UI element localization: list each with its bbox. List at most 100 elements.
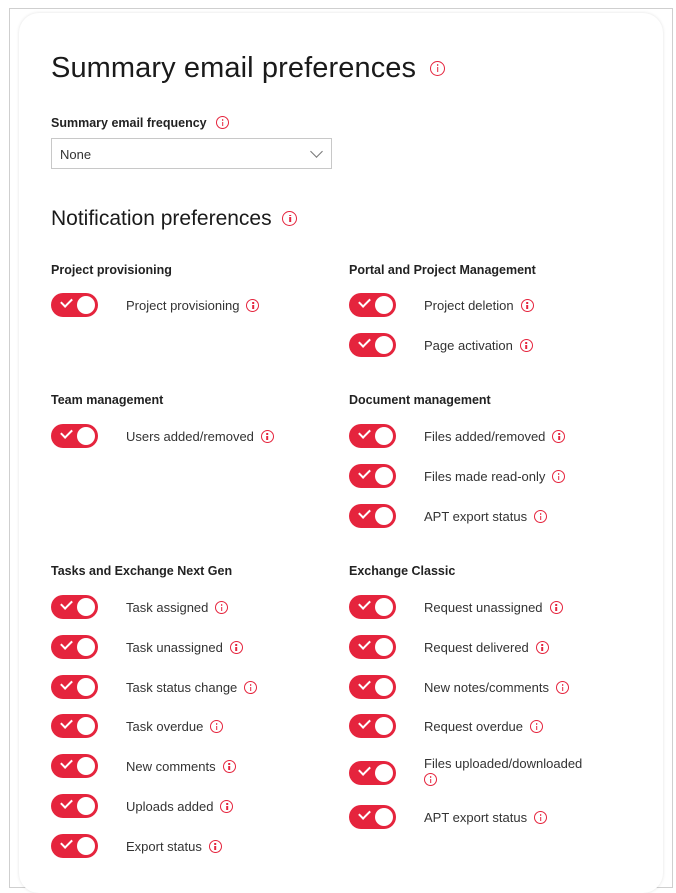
toggle-files-added-removed[interactable] bbox=[349, 424, 396, 448]
option-label: Request unassigned bbox=[424, 600, 543, 615]
toggle-knob bbox=[375, 427, 393, 445]
check-icon bbox=[358, 763, 371, 776]
toggle-knob bbox=[77, 598, 95, 616]
group-title-exchange-classic: Exchange Classic bbox=[349, 564, 456, 578]
toggle-apt-export-status-exchange[interactable] bbox=[349, 805, 396, 829]
toggle-knob bbox=[77, 296, 95, 314]
notification-preferences-heading: Notification preferences bbox=[51, 207, 298, 231]
check-icon bbox=[60, 677, 73, 690]
toggle-export-status[interactable] bbox=[51, 834, 98, 858]
frequency-select[interactable]: None bbox=[51, 138, 332, 169]
option-label: Project provisioning bbox=[126, 298, 240, 313]
check-icon bbox=[358, 335, 371, 348]
option-apt-export-status-doc: APT export status bbox=[424, 509, 548, 524]
toggle-apt-export-status-doc[interactable] bbox=[349, 504, 396, 528]
option-label: Uploads added bbox=[126, 799, 214, 814]
toggle-knob bbox=[375, 638, 393, 656]
option-label: Files added/removed bbox=[424, 429, 546, 444]
info-icon[interactable] bbox=[210, 720, 224, 734]
option-new-comments: New comments bbox=[126, 759, 236, 774]
option-task-unassigned: Task unassigned bbox=[126, 640, 243, 655]
info-icon[interactable] bbox=[520, 299, 534, 313]
toggle-knob bbox=[77, 638, 95, 656]
option-label: Files made read-only bbox=[424, 469, 546, 484]
info-icon[interactable] bbox=[244, 681, 258, 695]
toggle-knob bbox=[375, 717, 393, 735]
toggle-files-uploaded-downloaded[interactable] bbox=[349, 761, 396, 785]
info-icon[interactable] bbox=[430, 60, 446, 76]
option-apt-export-status-exchange: APT export status bbox=[424, 810, 548, 825]
option-task-overdue: Task overdue bbox=[126, 719, 224, 734]
option-label: Request overdue bbox=[424, 719, 524, 734]
toggle-knob bbox=[77, 837, 95, 855]
toggle-project-provisioning[interactable] bbox=[51, 293, 98, 317]
option-label: Task unassigned bbox=[126, 640, 223, 655]
toggle-uploads-added[interactable] bbox=[51, 794, 98, 818]
info-icon[interactable] bbox=[260, 430, 274, 444]
check-icon bbox=[358, 426, 371, 439]
toggle-knob bbox=[375, 808, 393, 826]
check-icon bbox=[60, 637, 73, 650]
check-icon bbox=[358, 295, 371, 308]
toggle-task-status-change[interactable] bbox=[51, 675, 98, 699]
toggle-users-added-removed[interactable] bbox=[51, 424, 98, 448]
info-icon[interactable] bbox=[552, 470, 566, 484]
toggle-knob bbox=[77, 797, 95, 815]
info-icon[interactable] bbox=[229, 641, 243, 655]
toggle-files-read-only[interactable] bbox=[349, 464, 396, 488]
option-label: Request delivered bbox=[424, 640, 529, 655]
info-icon[interactable] bbox=[424, 773, 437, 786]
group-title-portal-project-management: Portal and Project Management bbox=[349, 263, 536, 277]
info-icon[interactable] bbox=[215, 601, 229, 615]
info-icon[interactable] bbox=[519, 339, 533, 353]
info-icon[interactable] bbox=[208, 840, 222, 854]
info-icon[interactable] bbox=[216, 116, 230, 130]
toggle-project-deletion[interactable] bbox=[349, 293, 396, 317]
page-title-text: Summary email preferences bbox=[51, 52, 417, 84]
check-icon bbox=[60, 295, 73, 308]
group-title-team-management: Team management bbox=[51, 393, 164, 407]
toggle-knob bbox=[375, 336, 393, 354]
info-icon[interactable] bbox=[282, 210, 298, 226]
toggle-task-assigned[interactable] bbox=[51, 595, 98, 619]
toggle-request-overdue[interactable] bbox=[349, 714, 396, 738]
toggle-page-activation[interactable] bbox=[349, 333, 396, 357]
toggle-knob bbox=[375, 764, 393, 782]
option-label: Users added/removed bbox=[126, 429, 254, 444]
info-icon[interactable] bbox=[534, 811, 548, 825]
info-icon[interactable] bbox=[246, 299, 260, 313]
option-task-status-change: Task status change bbox=[126, 680, 258, 695]
check-icon bbox=[358, 677, 371, 690]
option-project-deletion: Project deletion bbox=[424, 298, 534, 313]
toggle-knob bbox=[375, 598, 393, 616]
check-icon bbox=[60, 836, 73, 849]
toggle-request-unassigned[interactable] bbox=[349, 595, 396, 619]
toggle-task-overdue[interactable] bbox=[51, 714, 98, 738]
option-label: New notes/comments bbox=[424, 680, 549, 695]
group-title-document-management: Document management bbox=[349, 393, 491, 407]
toggle-new-comments[interactable] bbox=[51, 754, 98, 778]
toggle-new-notes-comments[interactable] bbox=[349, 675, 396, 699]
info-icon[interactable] bbox=[556, 681, 569, 695]
info-icon[interactable] bbox=[549, 601, 563, 615]
option-request-delivered: Request delivered bbox=[424, 640, 549, 655]
info-icon[interactable] bbox=[222, 760, 236, 774]
option-label: APT export status bbox=[424, 810, 528, 825]
check-icon bbox=[358, 466, 371, 479]
option-label: Files uploaded/downloaded bbox=[424, 756, 583, 771]
option-users-added-removed: Users added/removed bbox=[126, 429, 274, 444]
info-icon[interactable] bbox=[534, 510, 548, 524]
check-icon bbox=[358, 637, 371, 650]
toggle-knob bbox=[375, 467, 393, 485]
info-icon[interactable] bbox=[530, 720, 544, 734]
check-icon bbox=[60, 597, 73, 610]
toggle-request-delivered[interactable] bbox=[349, 635, 396, 659]
option-export-status: Export status bbox=[126, 839, 222, 854]
info-icon[interactable] bbox=[535, 641, 549, 655]
info-icon[interactable] bbox=[220, 800, 234, 814]
option-label: Project deletion bbox=[424, 298, 514, 313]
info-icon[interactable] bbox=[552, 430, 566, 444]
toggle-task-unassigned[interactable] bbox=[51, 635, 98, 659]
option-task-assigned: Task assigned bbox=[126, 600, 229, 615]
toggle-knob bbox=[375, 296, 393, 314]
